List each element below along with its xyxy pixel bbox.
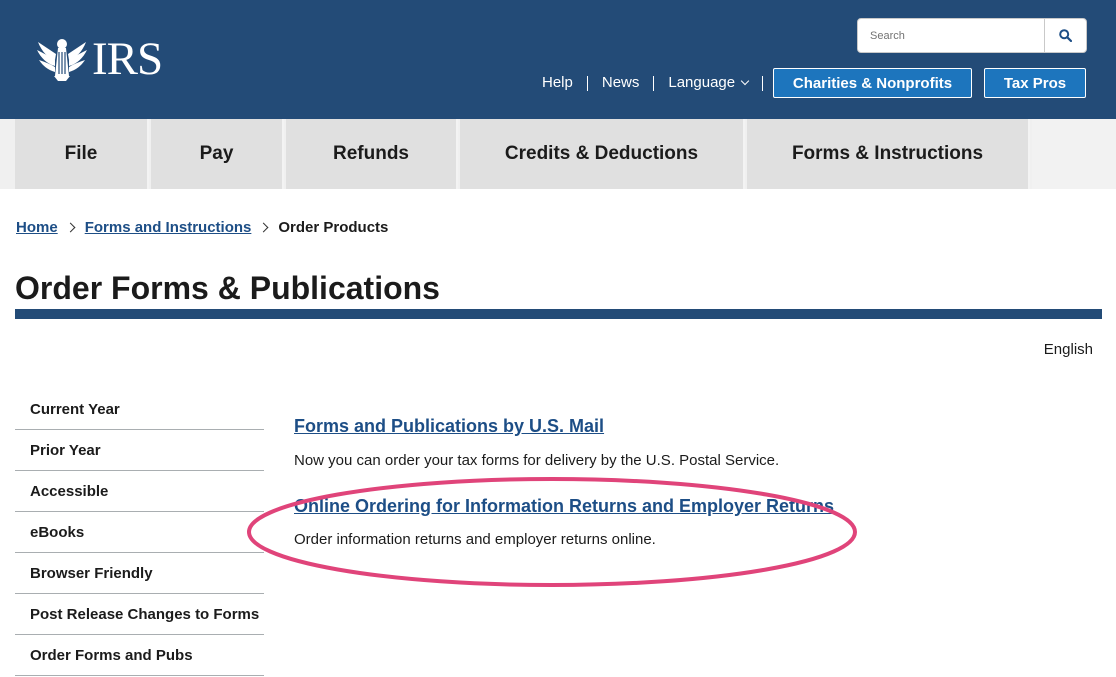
sidebar-item-post-release-changes[interactable]: Post Release Changes to Forms (15, 594, 264, 635)
language-menu[interactable]: Language (654, 75, 762, 91)
chevron-right-icon (258, 222, 269, 233)
chevron-down-icon (740, 76, 750, 86)
language-label: Language (668, 74, 736, 91)
breadcrumb-forms-instructions[interactable]: Forms and Instructions (85, 219, 252, 236)
nav-credits-deductions[interactable]: Credits & Deductions (460, 119, 745, 189)
online-ordering-link[interactable]: Online Ordering for Information Returns … (294, 494, 834, 518)
search-box (857, 18, 1087, 53)
breadcrumb-current: Order Products (278, 219, 389, 236)
sidebar-item-ebooks[interactable]: eBooks (15, 512, 264, 553)
chevron-right-icon (65, 222, 76, 233)
sidebar-item-browser-friendly[interactable]: Browser Friendly (15, 553, 264, 594)
mail-order-link[interactable]: Forms and Publications by U.S. Mail (294, 414, 604, 438)
utility-nav: Help News Language (528, 69, 764, 97)
title-divider (15, 309, 1102, 319)
sidebar-item-accessible[interactable]: Accessible (15, 471, 264, 512)
main-nav: File Pay Refunds Credits & Deductions Fo… (0, 119, 1116, 189)
online-ordering-description: Order information returns and employer r… (294, 531, 656, 548)
help-link[interactable]: Help (528, 75, 587, 91)
sidebar-item-order-forms-pubs[interactable]: Order Forms and Pubs (15, 635, 264, 676)
site-header: IRS Help News Language Charities & Nonpr… (0, 0, 1116, 119)
mail-order-description: Now you can order your tax forms for del… (294, 452, 780, 469)
irs-logo[interactable]: IRS (36, 33, 163, 85)
nav-refunds[interactable]: Refunds (286, 119, 458, 189)
language-toggle[interactable]: English (1044, 341, 1093, 358)
search-icon (1059, 29, 1073, 42)
eagle-icon (37, 39, 87, 81)
search-button[interactable] (1044, 19, 1086, 52)
search-input[interactable] (858, 19, 1045, 52)
nav-file[interactable]: File (15, 119, 149, 189)
news-link[interactable]: News (588, 75, 654, 91)
page-title: Order Forms & Publications (15, 270, 440, 306)
breadcrumb: Home Forms and Instructions Order Produc… (16, 219, 388, 236)
nav-spacer (1032, 119, 1116, 189)
nav-forms-instructions[interactable]: Forms & Instructions (747, 119, 1030, 189)
charities-nonprofits-button[interactable]: Charities & Nonprofits (773, 68, 972, 98)
logo-text: IRS (92, 33, 163, 85)
nav-pay[interactable]: Pay (151, 119, 284, 189)
breadcrumb-home[interactable]: Home (16, 219, 58, 236)
sidebar-item-prior-year[interactable]: Prior Year (15, 430, 264, 471)
sidebar-nav: Current Year Prior Year Accessible eBook… (15, 389, 264, 676)
divider (762, 75, 764, 91)
sidebar-item-current-year[interactable]: Current Year (15, 389, 264, 430)
tax-pros-button[interactable]: Tax Pros (984, 68, 1086, 98)
